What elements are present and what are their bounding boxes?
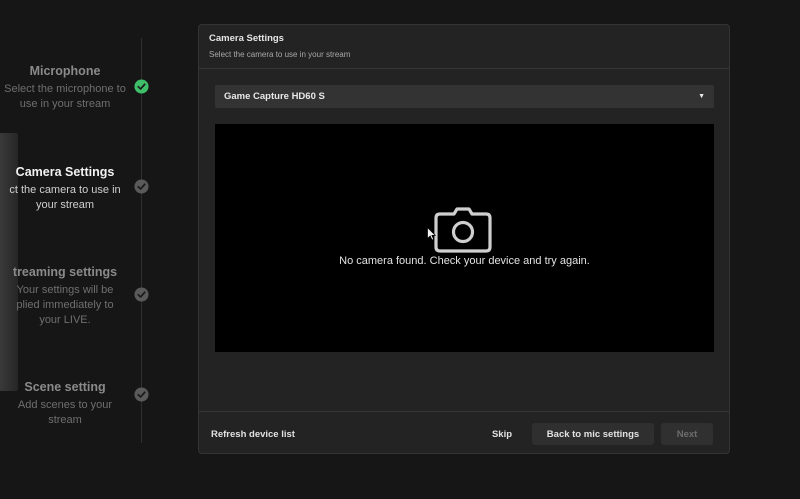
- back-to-mic-settings-button[interactable]: Back to mic settings: [532, 423, 654, 445]
- refresh-device-list-button[interactable]: Refresh device list: [211, 423, 303, 445]
- check-circle-icon: [134, 179, 149, 194]
- step-description: Add scenes to your stream: [17, 399, 113, 426]
- step-description: Your settings will be plied immediately …: [16, 284, 114, 326]
- step-streaming-settings[interactable]: treaming settings Your settings will be …: [0, 265, 130, 328]
- mouse-cursor-icon: [427, 227, 436, 241]
- chevron-down-icon: ▼: [698, 93, 705, 100]
- camera-select-value: Game Capture HD60 S: [224, 91, 325, 102]
- step-scene-setting[interactable]: Scene setting Add scenes to your stream: [0, 380, 130, 428]
- step-camera-settings[interactable]: Camera Settings ct the camera to use in …: [0, 165, 130, 213]
- camera-select-dropdown[interactable]: Game Capture HD60 S ▼: [215, 85, 714, 108]
- step-description: ct the camera to use in your stream: [9, 184, 121, 211]
- dialog-title: Camera Settings: [209, 33, 284, 44]
- check-circle-icon: [134, 287, 149, 302]
- stepper-line: [141, 38, 142, 443]
- step-microphone[interactable]: Microphone Select the microphone to use …: [0, 64, 130, 112]
- step-title: Camera Settings: [15, 165, 115, 179]
- dialog-header: Camera Settings Select the camera to use…: [199, 25, 729, 69]
- setup-stepper: Microphone Select the microphone to use …: [0, 0, 190, 499]
- next-button[interactable]: Next: [661, 423, 713, 445]
- step-title: Microphone: [29, 64, 101, 78]
- camera-icon: [434, 207, 492, 253]
- camera-settings-dialog: Camera Settings Select the camera to use…: [198, 24, 730, 454]
- skip-button[interactable]: Skip: [479, 423, 525, 445]
- no-camera-message: No camera found. Check your device and t…: [339, 255, 590, 267]
- check-circle-icon: [134, 387, 149, 402]
- step-description: Select the microphone to use in your str…: [4, 83, 126, 110]
- dialog-subtitle: Select the camera to use in your stream: [209, 50, 351, 59]
- camera-preview: No camera found. Check your device and t…: [215, 124, 714, 352]
- step-title: treaming settings: [12, 265, 118, 279]
- step-title: Scene setting: [24, 380, 106, 394]
- check-circle-icon: [134, 79, 149, 94]
- dialog-footer: Refresh device list Skip Back to mic set…: [199, 411, 729, 454]
